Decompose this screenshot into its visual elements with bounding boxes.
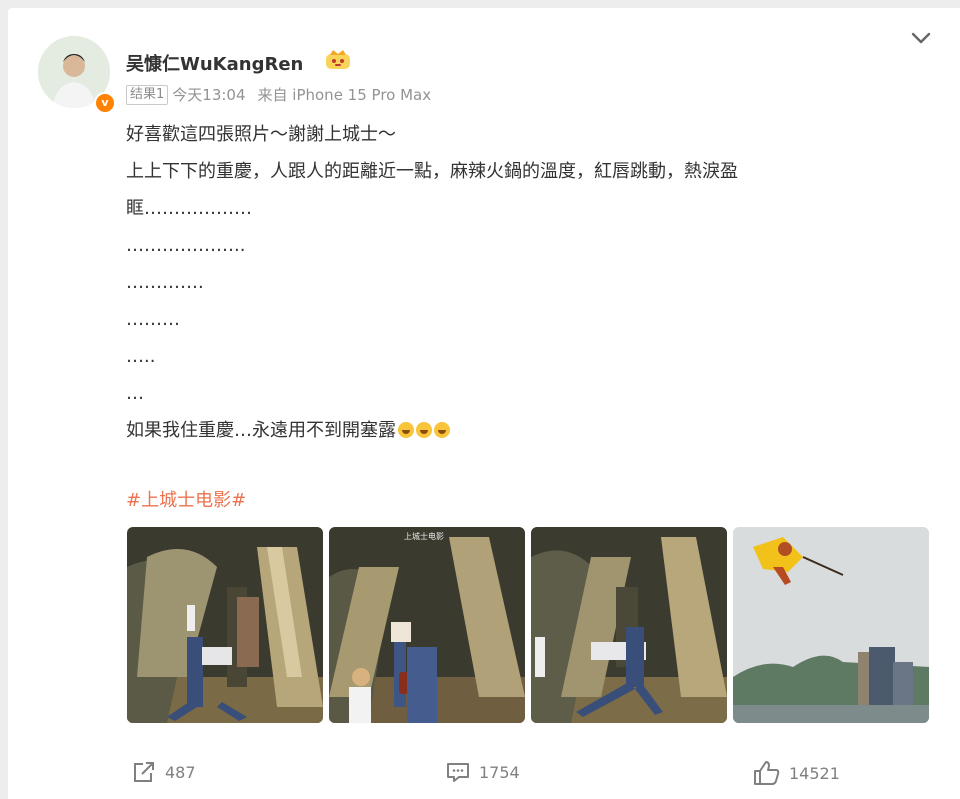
comment-button[interactable]: 1754 (445, 760, 520, 784)
post-time[interactable]: 今天13:04 (172, 84, 245, 105)
laughing-emoji-icon (434, 422, 450, 438)
laughing-emoji-icon (416, 422, 432, 438)
post-line: 如果我住重慶…永遠用不到開塞露 (126, 420, 396, 441)
post-photo[interactable] (531, 527, 727, 723)
like-button[interactable]: 14521 (753, 760, 840, 786)
post-line-last: 如果我住重慶…永遠用不到開塞露 (126, 412, 846, 449)
like-icon (754, 761, 780, 785)
post-line: 上上下下的重慶，人跟人的距離近一點，麻辣火鍋的溫度，紅唇跳動，熱淚盈 (126, 161, 738, 182)
post-line: … (126, 383, 144, 404)
username[interactable]: 吴慷仁WuKangRen (126, 50, 303, 76)
post-line: ….. (126, 346, 156, 367)
share-icon (134, 762, 154, 782)
post-photo[interactable]: 上城士电影 (329, 527, 525, 723)
comment-icon (447, 763, 469, 782)
post-line: …………. (126, 272, 204, 293)
post-line: 好喜歡這四張照片～謝謝上城士～ (126, 124, 396, 145)
photo-grid: 上城士电影 (127, 527, 929, 723)
laughing-emoji-icon (398, 422, 414, 438)
post-line: 眶……………… (126, 198, 252, 219)
post-source: 来自 iPhone 15 Pro Max (257, 86, 432, 104)
comment-count: 1754 (479, 762, 520, 782)
repost-count: 487 (165, 762, 196, 782)
post-actions: 487 1754 14521 (0, 760, 960, 790)
user-tag: 结果1 (126, 84, 169, 105)
post-text: 好喜歡這四張照片～謝謝上城士～ 上上下下的重慶，人跟人的距離近一點，麻辣火鍋的溫… (126, 116, 846, 449)
vip-crown-icon (324, 49, 352, 75)
post-photo[interactable] (127, 527, 323, 723)
repost-button[interactable]: 487 (131, 760, 196, 784)
post-line: ……… (126, 309, 180, 330)
photo-caption: 上城士电影 (404, 531, 444, 541)
like-count: 14521 (789, 763, 840, 783)
post-line: ……………….. (126, 235, 246, 256)
hashtag-link[interactable]: #上城士电影# (126, 486, 246, 512)
verified-badge: v (94, 92, 116, 114)
chevron-down-icon[interactable] (910, 30, 932, 50)
post-photo[interactable] (733, 527, 929, 723)
post-meta: 结果1 今天13:04 来自 iPhone 15 Pro Max (126, 84, 431, 105)
